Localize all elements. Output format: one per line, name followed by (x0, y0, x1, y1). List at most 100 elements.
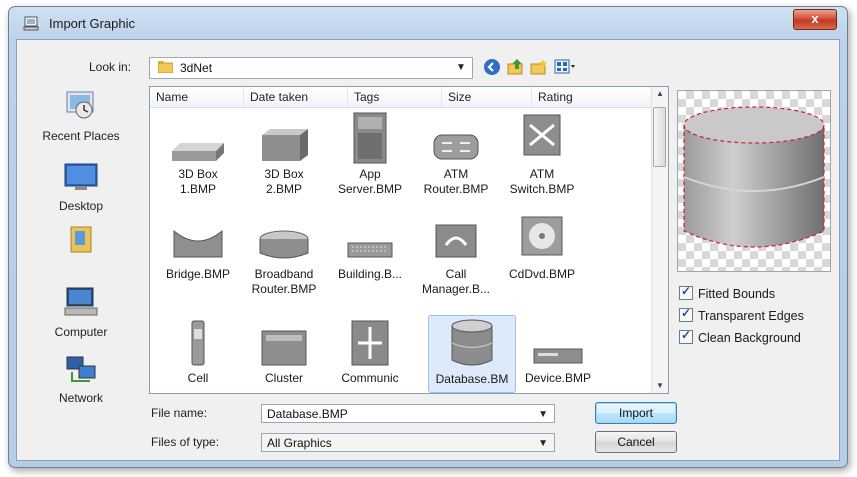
column-tags[interactable]: Tags (348, 87, 442, 107)
column-header: Name Date taken Tags Size Rating (150, 87, 654, 108)
file-tile[interactable]: Communic (326, 315, 414, 393)
file-tile-selected[interactable]: Database.BM (428, 315, 516, 393)
new-folder-icon[interactable] (530, 58, 548, 76)
file-tile[interactable]: Cluster (240, 315, 328, 393)
desktop-icon (64, 163, 98, 190)
place-network[interactable]: Network (23, 354, 139, 405)
file-tile[interactable]: ATM Switch.BMP (498, 111, 586, 203)
file-name-line2: 1.BMP (179, 182, 216, 196)
file-name-line1: Device.BMP (524, 371, 592, 385)
up-folder-icon[interactable] (507, 58, 525, 76)
atm-switch-icon (523, 114, 561, 156)
file-tile[interactable]: Bridge.BMP (154, 211, 242, 303)
dialog-body: Look in: 3dNet ▼ Recent Places Desktop C… (16, 39, 840, 461)
3d-box-icon (262, 129, 308, 161)
computer-icon (64, 287, 98, 316)
file-name-line2: 2.BMP (265, 182, 302, 196)
file-tile[interactable]: Call Manager.B... (412, 211, 500, 303)
close-button[interactable]: x (793, 9, 837, 30)
graphic-preview (677, 90, 831, 272)
chevron-down-icon[interactable]: ▼ (538, 405, 548, 424)
cancel-button[interactable]: Cancel (595, 431, 677, 453)
recent-places-icon (66, 91, 94, 119)
file-name-line2: Switch.BMP (509, 182, 575, 196)
file-tile[interactable]: ATM Router.BMP (412, 111, 500, 203)
file-type-value: All Graphics (267, 436, 332, 450)
file-name-input[interactable]: Database.BMP ▼ (261, 404, 555, 423)
transparent-edges-checkbox[interactable]: Transparent Edges (679, 306, 804, 323)
checkbox-check-icon[interactable] (679, 328, 693, 344)
look-in-value: 3dNet (180, 61, 213, 75)
file-name-line1: App (359, 167, 381, 181)
3d-box-icon (172, 143, 224, 161)
file-name-line1: Database.BM (435, 372, 509, 386)
network-icon (66, 356, 96, 382)
cd-dvd-icon (521, 216, 563, 256)
checkbox-label: Fitted Bounds (698, 287, 776, 301)
chevron-down-icon[interactable]: ▼ (538, 434, 548, 453)
broadband-router-icon (259, 230, 309, 259)
column-date-taken[interactable]: Date taken (244, 87, 348, 107)
column-name[interactable]: Name (150, 87, 244, 107)
file-tile[interactable]: 3D Box 1.BMP (154, 111, 242, 203)
import-graphic-dialog: Import Graphic x Look in: 3dNet ▼ Recent… (8, 6, 848, 468)
place-label: Desktop (58, 199, 104, 213)
column-rating[interactable]: Rating (532, 87, 654, 107)
file-name-line1: ATM (529, 167, 555, 181)
file-list-scrollbar[interactable]: ▲ ▼ (651, 87, 668, 393)
look-in-label: Look in: (89, 60, 132, 74)
place-recent-places[interactable]: Recent Places (23, 88, 139, 143)
scroll-down-icon[interactable]: ▼ (652, 379, 668, 393)
file-name-line1: Cell (187, 371, 209, 385)
view-menu-icon[interactable] (554, 58, 576, 76)
title-bar[interactable]: Import Graphic x (9, 7, 847, 39)
place-computer[interactable]: Computer (23, 286, 139, 339)
file-name-line1: Cluster (264, 371, 303, 385)
file-tile[interactable]: 3D Box 2.BMP (240, 111, 328, 203)
checkbox-check-icon[interactable] (679, 306, 693, 322)
database-preview-image (683, 106, 825, 248)
place-desktop[interactable]: Desktop (23, 162, 139, 213)
file-name-value: Database.BMP (267, 407, 348, 421)
file-list[interactable]: Name Date taken Tags Size Rating 3D Box … (149, 86, 669, 394)
file-tile[interactable]: Device.BMP (514, 315, 602, 393)
chevron-down-icon[interactable]: ▼ (456, 62, 466, 73)
user-folder-icon (70, 226, 92, 253)
file-name-label: File name: (151, 406, 208, 420)
file-name-line1: 3D Box (264, 167, 304, 181)
checkbox-label: Transparent Edges (698, 309, 804, 323)
look-in-combo[interactable]: 3dNet ▼ (149, 57, 473, 79)
column-size[interactable]: Size (442, 87, 532, 107)
database-icon (451, 319, 493, 366)
device-icon (533, 348, 583, 364)
file-name-line2: Router.BMP (423, 182, 489, 196)
file-name-line2: Manager.B... (421, 282, 491, 296)
cluster-icon (261, 330, 307, 366)
file-tile[interactable]: Broadband Router.BMP (240, 211, 328, 303)
file-tile[interactable]: Building.B... (326, 211, 414, 303)
file-name-line1: 3D Box (178, 167, 218, 181)
place-user-folder[interactable] (23, 224, 139, 261)
checkbox-check-icon[interactable] (679, 284, 693, 300)
place-label: Recent Places (42, 129, 120, 143)
back-icon[interactable] (483, 58, 501, 76)
clean-background-checkbox[interactable]: Clean Background (679, 328, 801, 345)
places-bar: Recent Places Desktop Computer Network (23, 86, 139, 426)
file-name-line2: Server.BMP (337, 182, 403, 196)
import-button[interactable]: Import (595, 402, 677, 424)
dialog-title: Import Graphic (49, 16, 135, 31)
file-tile[interactable]: CdDvd.BMP (498, 211, 586, 303)
fitted-bounds-checkbox[interactable]: Fitted Bounds (679, 284, 776, 301)
file-name-line1: CdDvd.BMP (508, 267, 576, 281)
file-name-line1: Communic (341, 371, 399, 385)
call-manager-icon (435, 224, 477, 258)
graphic-import-icon (23, 16, 39, 31)
scroll-up-icon[interactable]: ▲ (652, 87, 668, 101)
file-tile[interactable]: Cell (154, 315, 242, 393)
file-tile[interactable]: App Server.BMP (326, 111, 414, 203)
file-type-select[interactable]: All Graphics ▼ (261, 433, 555, 452)
app-server-icon (353, 112, 387, 164)
scroll-thumb[interactable] (653, 107, 666, 167)
place-label: Network (58, 391, 103, 405)
file-name-line1: ATM (443, 167, 469, 181)
